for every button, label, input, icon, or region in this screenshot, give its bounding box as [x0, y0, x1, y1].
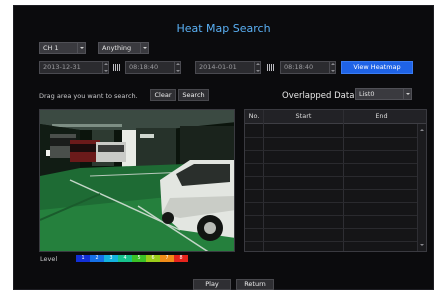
end-time-value: 08:18:40 — [284, 63, 314, 71]
column-header-end: End — [375, 112, 388, 120]
column-divider — [263, 110, 264, 251]
start-date-value: 2013-12-31 — [43, 63, 81, 71]
camera-frame-image — [40, 110, 234, 251]
channel-value: CH 1 — [43, 44, 59, 52]
level-label: Level — [40, 255, 58, 263]
spinner-arrows-icon[interactable] — [102, 62, 108, 73]
column-header-no: No. — [248, 112, 260, 120]
table-row — [245, 228, 418, 229]
table-row — [245, 202, 418, 203]
calendar-icon[interactable] — [267, 64, 275, 71]
level-swatch-6: 6 — [146, 255, 160, 262]
level-swatch-5: 5 — [132, 255, 146, 262]
chevron-down-icon — [403, 89, 411, 99]
search-button[interactable]: Search — [178, 89, 209, 101]
table-scrollbar[interactable] — [417, 124, 426, 251]
start-date-field[interactable]: 2013-12-31 — [39, 61, 109, 74]
camera-view[interactable] — [39, 109, 235, 252]
page-title: Heat Map Search — [176, 22, 271, 35]
event-type-value: Anything — [102, 44, 132, 52]
channel-select[interactable]: CH 1 — [39, 42, 86, 54]
end-date-value: 2014-01-01 — [199, 63, 237, 71]
table-row — [245, 137, 418, 138]
column-divider — [343, 110, 344, 251]
clear-button[interactable]: Clear — [150, 89, 176, 101]
chevron-down-icon — [140, 43, 148, 53]
end-date-field[interactable]: 2014-01-01 — [195, 61, 261, 74]
level-swatch-8: 8 — [174, 255, 188, 262]
level-swatch-4: 4 — [118, 255, 132, 262]
spinner-arrows-icon[interactable] — [254, 62, 260, 73]
start-time-field[interactable]: 08:18:40 — [125, 61, 181, 74]
level-swatch-7: 7 — [160, 255, 174, 262]
level-swatch-2: 2 — [90, 255, 104, 262]
table-row — [245, 150, 418, 151]
return-button[interactable]: Return — [236, 279, 274, 290]
level-swatch-1: 1 — [76, 255, 90, 262]
event-type-select[interactable]: Anything — [98, 42, 149, 54]
view-heatmap-button[interactable]: View Heatmap — [341, 61, 413, 74]
play-button[interactable]: Play — [193, 279, 231, 290]
table-row — [245, 215, 418, 216]
spinner-arrows-icon[interactable] — [329, 62, 335, 73]
calendar-icon[interactable] — [113, 64, 121, 71]
list-select-value: List0 — [359, 90, 375, 98]
overlapped-list-select[interactable]: List0 — [355, 88, 412, 100]
drag-area-hint: Drag area you want to search. — [39, 92, 138, 100]
chevron-down-icon — [77, 43, 85, 53]
heat-level-legend: 12345678 — [76, 255, 188, 262]
spinner-arrows-icon[interactable] — [174, 62, 180, 73]
table-row — [245, 176, 418, 177]
scroll-up-icon[interactable] — [420, 129, 424, 131]
level-swatch-3: 3 — [104, 255, 118, 262]
table-row — [245, 241, 418, 242]
table-row — [245, 189, 418, 190]
heatmap-search-window: Heat Map Search CH 1 Anything 2013-12-31… — [13, 5, 434, 290]
start-time-value: 08:18:40 — [129, 63, 159, 71]
end-time-field[interactable]: 08:18:40 — [280, 61, 336, 74]
table-header: No. Start End — [245, 110, 426, 124]
table-row — [245, 163, 418, 164]
column-header-start: Start — [295, 112, 312, 120]
overlapped-data-table[interactable]: No. Start End — [244, 109, 427, 252]
scroll-down-icon[interactable] — [420, 244, 424, 246]
overlapped-data-label: Overlapped Data — [282, 91, 355, 101]
